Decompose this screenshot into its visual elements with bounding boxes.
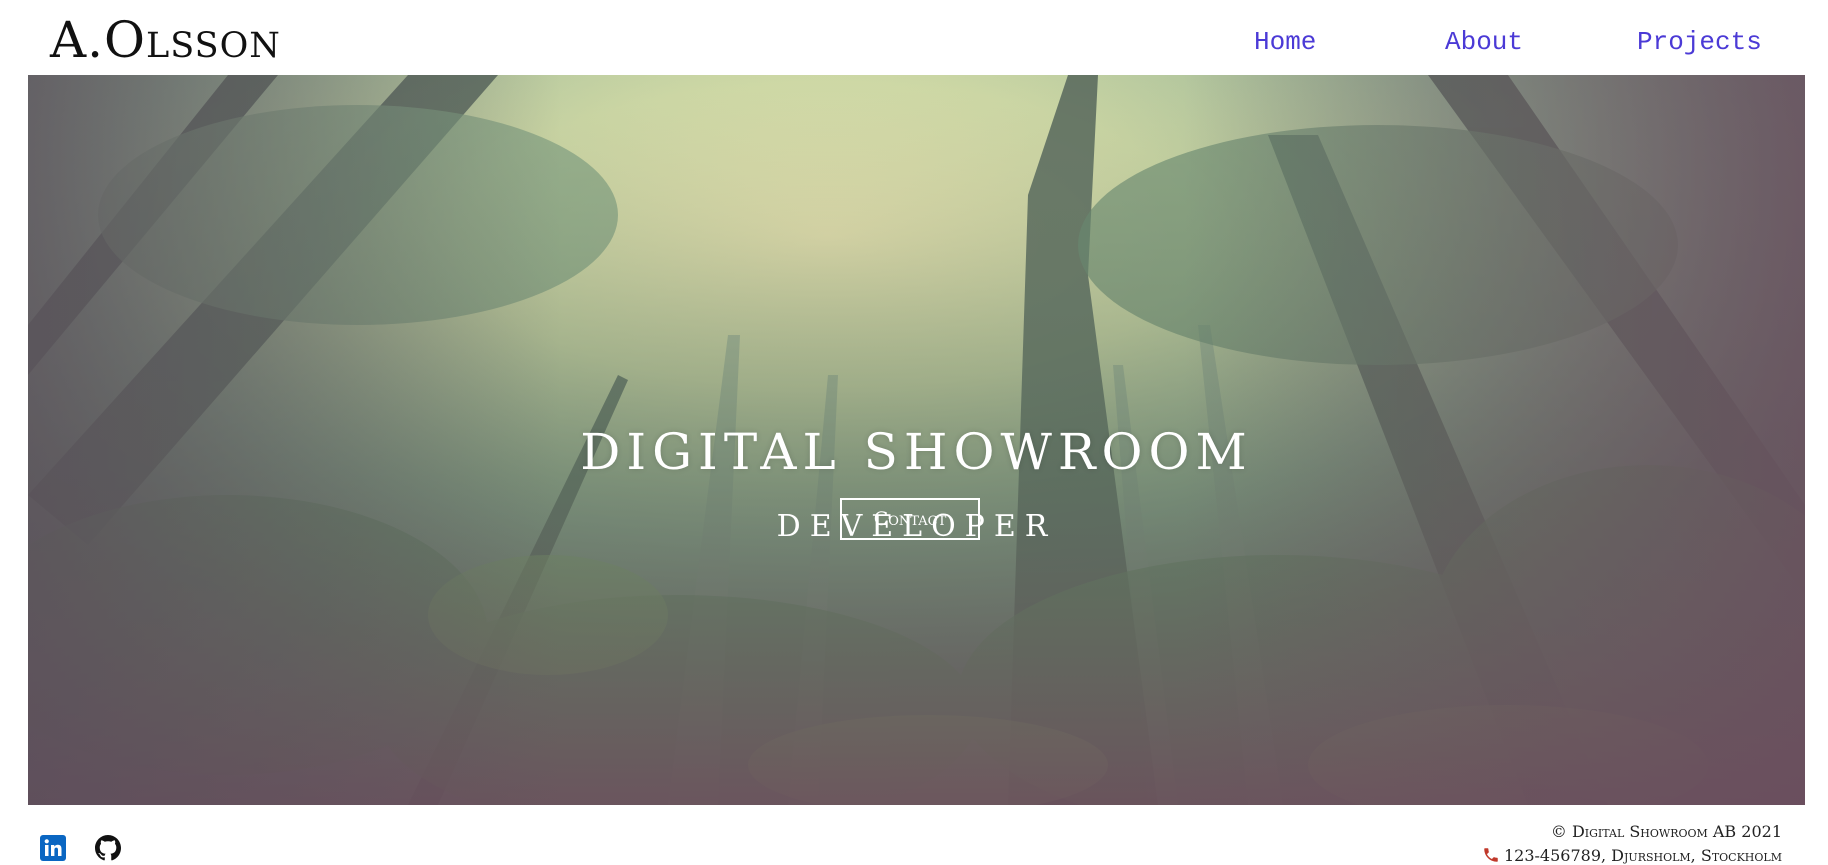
copyright-text: © Digital Showroom AB 2021 [1550,822,1782,841]
nav-about-link[interactable]: About [1445,22,1523,62]
hero-section: DIGITAL SHOWROOM DEVELOPER Contact [28,75,1805,805]
github-icon[interactable] [95,835,121,861]
contact-address: 123-456789, Djursholm, Stockholm [1482,845,1782,865]
phone-icon [1482,846,1500,864]
site-header: A.Olsson Home About Projects [0,0,1828,75]
contact-button[interactable]: Contact [840,498,980,540]
site-logo[interactable]: A.Olsson [50,8,281,72]
nav-home-link[interactable]: Home [1254,22,1316,62]
site-footer: © Digital Showroom AB 2021 123-456789, D… [0,805,1828,865]
address-text: 123-456789, Djursholm, Stockholm [1503,846,1782,865]
linkedin-icon[interactable] [40,835,66,861]
nav-projects-link[interactable]: Projects [1637,22,1762,62]
hero-title: DIGITAL SHOWROOM [580,423,1253,481]
